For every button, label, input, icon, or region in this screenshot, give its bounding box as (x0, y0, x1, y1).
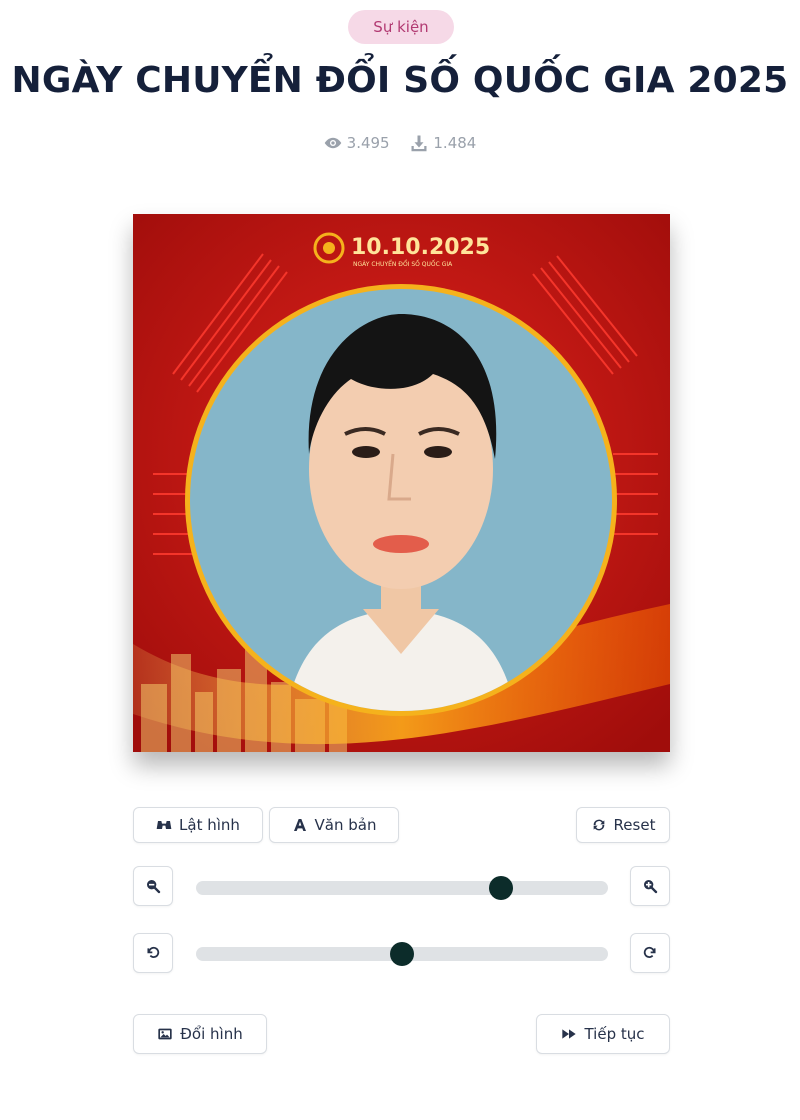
continue-button[interactable]: Tiếp tục (536, 1014, 670, 1054)
frame-subtitle: NGÀY CHUYỂN ĐỔI SỐ QUỐC GIA (353, 260, 453, 268)
views-count: 3.495 (346, 134, 390, 152)
flip-image-button[interactable]: Lật hình (133, 807, 263, 843)
rotate-right-button[interactable] (630, 933, 670, 973)
image-icon (158, 1028, 172, 1040)
page-title: NGÀY CHUYỂN ĐỔI SỐ QUỐC GIA 2025 (11, 60, 789, 101)
sync-icon (593, 819, 604, 831)
zoom-out-icon (147, 880, 161, 894)
rotate-slider-handle[interactable] (390, 942, 414, 966)
zoom-in-icon (644, 880, 658, 894)
zoom-slider[interactable] (196, 876, 608, 900)
continue-label: Tiếp tục (584, 1025, 645, 1043)
font-icon (293, 819, 306, 831)
downloads-stat: 1.484 (410, 134, 476, 152)
eye-icon (324, 137, 341, 149)
zoom-in-button[interactable] (630, 866, 670, 906)
reset-button[interactable]: Reset (576, 807, 670, 843)
frame-date: 10.10.2025 (351, 235, 490, 260)
rotate-left-button[interactable] (133, 933, 173, 973)
download-icon (411, 135, 427, 152)
fast-forward-icon (562, 1029, 577, 1039)
zoom-out-button[interactable] (133, 866, 173, 906)
rotate-right-icon (643, 946, 656, 958)
change-image-button[interactable]: Đổi hình (133, 1014, 267, 1054)
stats-bar: 3.495 1.484 (0, 134, 800, 156)
binoculars-icon (156, 821, 172, 829)
reset-label: Reset (613, 816, 656, 834)
add-text-button[interactable]: Văn bản (269, 807, 399, 843)
views-stat: 3.495 (324, 134, 390, 152)
flip-label: Lật hình (179, 816, 240, 834)
photo-frame-preview[interactable]: 10.10.2025 NGÀY CHUYỂN ĐỔI SỐ QUỐC GIA (133, 214, 670, 752)
category-badge[interactable]: Sự kiện (348, 10, 454, 44)
zoom-slider-handle[interactable] (488, 876, 513, 900)
rotate-slider[interactable] (196, 942, 608, 966)
change-image-label: Đổi hình (180, 1025, 243, 1043)
text-label: Văn bản (314, 816, 377, 834)
downloads-count: 1.484 (433, 134, 477, 152)
rotate-left-icon (147, 946, 160, 958)
